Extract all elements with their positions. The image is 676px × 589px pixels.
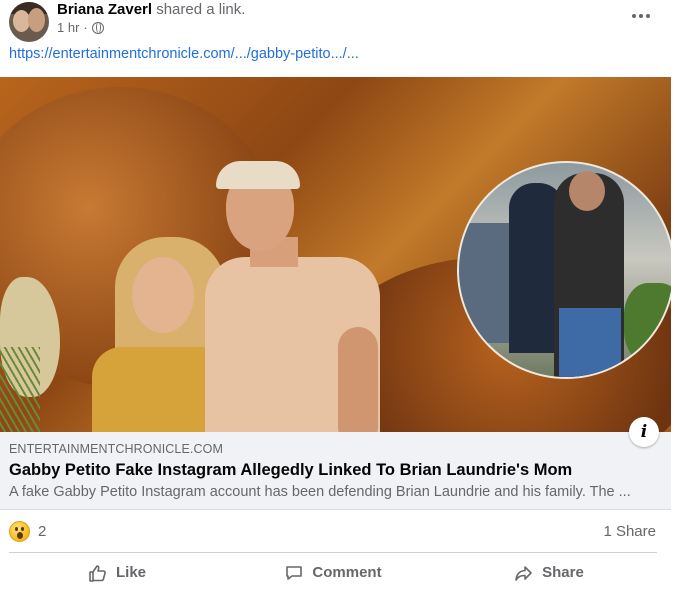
link-preview-card[interactable]: i ENTERTAINMENTCHRONICLE.COM Gabby Petit… [0,417,671,510]
link-domain: ENTERTAINMENTCHRONICLE.COM [9,442,223,456]
post-action-text: shared a link. [156,1,246,18]
dot-icon [632,14,636,18]
share-count[interactable]: 1 Share [603,523,656,540]
comment-button[interactable]: Comment [225,556,441,589]
post-timestamp[interactable]: 1 hr [57,20,79,35]
info-icon[interactable]: i [629,417,659,447]
link-title[interactable]: Gabby Petito Fake Instagram Allegedly Li… [9,461,572,480]
reactions-summary[interactable]: 2 [9,521,46,542]
post-header: Briana Zaverl shared a link. [57,1,245,18]
share-arrow-icon [515,565,532,581]
thumbs-up-icon [89,564,106,582]
link-description: A fake Gabby Petito Instagram account ha… [9,484,631,500]
inset-photo [457,161,671,379]
post-link-url[interactable]: https://entertainmentchronicle.com/.../g… [9,46,359,62]
more-options-button[interactable] [628,6,654,26]
author-name[interactable]: Briana Zaverl [57,1,152,18]
share-button[interactable]: Share [441,556,657,589]
comment-label: Comment [312,564,382,581]
wow-reaction-icon [9,521,30,542]
divider [9,552,657,553]
share-label: Share [542,564,584,581]
like-label: Like [115,564,146,581]
post-meta: 1 hr · [57,20,104,35]
reaction-count: 2 [38,523,47,540]
like-button[interactable]: Like [9,556,225,589]
dot-icon [646,14,650,18]
link-preview-image[interactable] [0,77,671,432]
feed-post: Briana Zaverl shared a link. 1 hr · http… [0,0,676,589]
dot-icon [639,14,643,18]
post-actions: Like Comment Share [9,556,657,589]
author-avatar[interactable] [9,2,49,42]
globe-icon [91,21,104,34]
comment-icon [286,565,303,580]
